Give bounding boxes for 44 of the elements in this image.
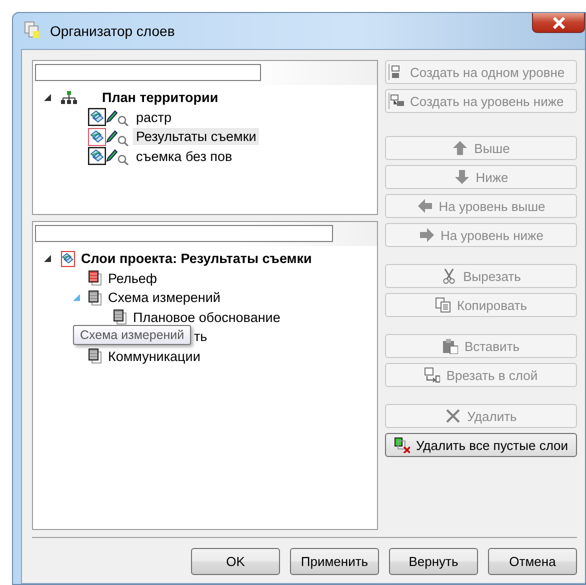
search-field[interactable]: [35, 225, 333, 242]
close-button[interactable]: [532, 13, 585, 33]
tooltip: Схема измерений: [73, 325, 192, 345]
clipboard-icon: [442, 338, 458, 354]
close-icon: [552, 16, 566, 28]
search-field[interactable]: [35, 64, 261, 81]
layer-icon: [88, 270, 102, 286]
left-arrow-icon: [416, 198, 433, 214]
tree-item[interactable]: План территории: [99, 89, 222, 106]
window-title: Организатор слоев: [50, 23, 175, 39]
tree-item[interactable]: Плановое обоснование: [130, 308, 284, 326]
layers-icon: [24, 21, 42, 41]
dialog-button[interactable]: Вернуть: [389, 548, 478, 575]
collapse-arrow-icon[interactable]: [43, 254, 52, 264]
layer-icon: [88, 290, 102, 306]
tree-item[interactable]: Схема измерений: [105, 289, 224, 306]
dialog-button[interactable]: OK: [191, 548, 280, 575]
dialog-button[interactable]: Применить: [290, 548, 379, 575]
tree-item[interactable]: растр: [133, 108, 174, 126]
delete-icon: [445, 408, 462, 424]
dialog-button[interactable]: Отмена: [488, 548, 577, 575]
move-into-icon: [424, 367, 440, 383]
delete-layers-icon: [394, 437, 410, 453]
copy-icon: [435, 297, 451, 313]
up-arrow-icon: [452, 140, 468, 156]
tree-item[interactable]: Результаты съемки: [133, 128, 260, 146]
tree-item[interactable]: Слои проекта: Результаты съемки: [78, 250, 315, 268]
tree-item[interactable]: Коммуникации: [105, 348, 204, 365]
right-arrow-icon: [418, 227, 435, 243]
layer-icon: [113, 309, 127, 326]
side-button[interactable]: Удалить все пустые слои: [385, 433, 577, 457]
tree-item[interactable]: Рельеф: [105, 270, 160, 287]
child-node-icon: [388, 93, 404, 109]
layer-icon: [88, 348, 102, 364]
tree-item[interactable]: съемка без пов: [133, 148, 236, 165]
layer-icon: [61, 250, 75, 267]
tree-item[interactable]: ть: [191, 328, 210, 346]
down-arrow-icon: [454, 169, 470, 185]
collapse-arrow-icon[interactable]: [43, 92, 52, 103]
pencil-magnifier-icon: [106, 147, 130, 166]
pencil-magnifier-icon: [106, 128, 130, 146]
pencil-magnifier-icon: [106, 108, 130, 126]
scissors-icon: [441, 268, 458, 284]
hierarchy-icon: [61, 90, 77, 105]
